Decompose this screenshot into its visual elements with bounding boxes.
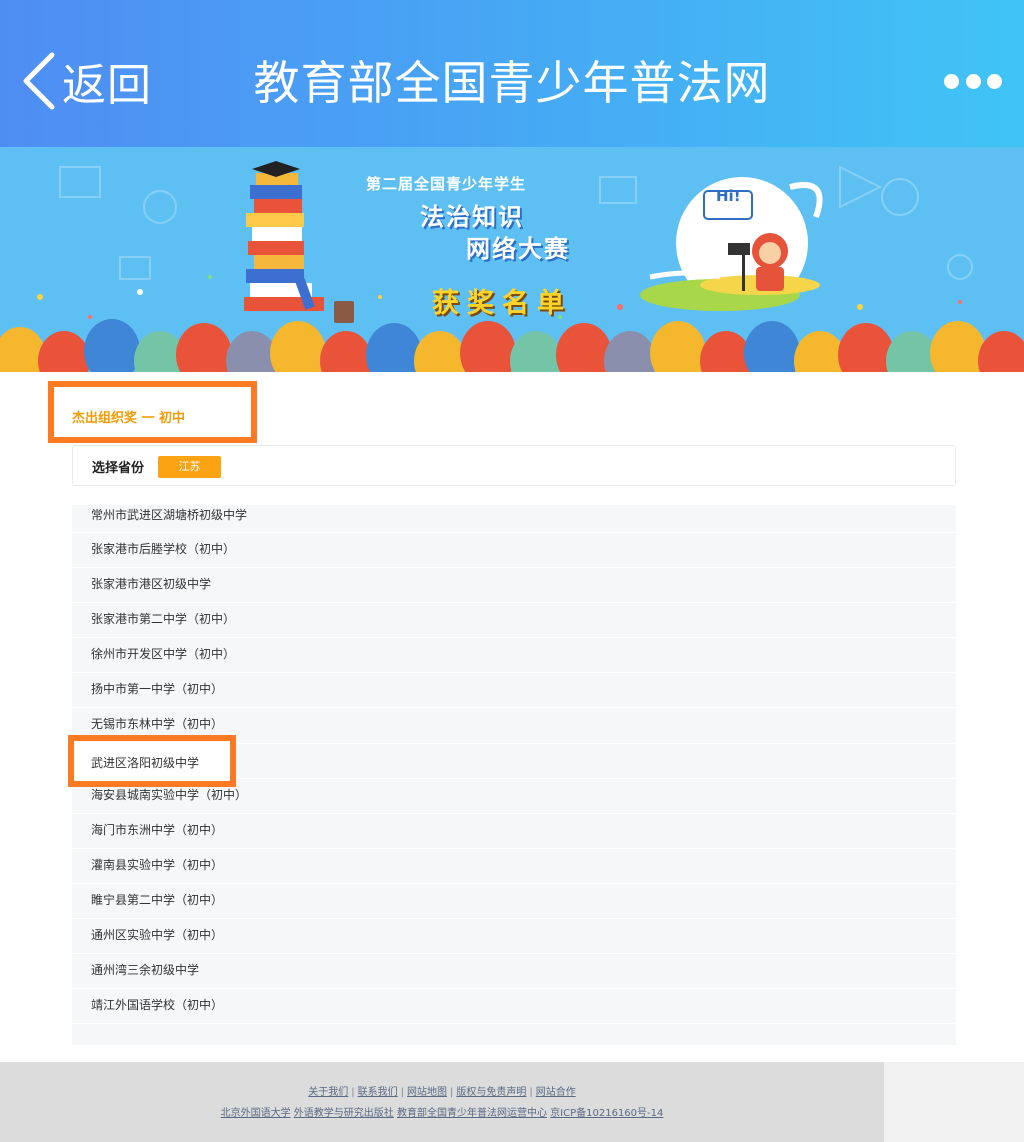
dot-icon: [944, 73, 959, 89]
section-title: 杰出组织奖 一 初中: [72, 411, 186, 426]
list-item[interactable]: 徐州市开发区中学（初中）: [72, 638, 956, 674]
status-bar: [0, 0, 1024, 14]
footer-link-operations-center[interactable]: 教育部全国青少年普法网运营中心: [397, 1108, 547, 1119]
footer-link-fltrp[interactable]: 外语教学与研究出版社: [294, 1108, 394, 1119]
footer-link-contact[interactable]: 联系我们: [358, 1087, 398, 1098]
dot-icon: [965, 73, 981, 89]
footer-link-cooperation[interactable]: 网站合作: [536, 1087, 576, 1098]
list-item[interactable]: 张家港市港区初级中学: [72, 568, 956, 604]
dot-icon: [987, 73, 1002, 89]
highlighted-school-item[interactable]: 武进区洛阳初级中学: [68, 735, 236, 787]
list-item[interactable]: 海门市东洲中学（初中）: [72, 814, 956, 849]
list-item[interactable]: 扬中市第一中学（初中）: [72, 673, 956, 709]
footer-link-bfsu[interactable]: 北京外国语大学: [221, 1108, 291, 1119]
section-title-highlight: 杰出组织奖 一 初中: [48, 381, 257, 443]
back-label: 返回: [62, 60, 152, 111]
list-item[interactable]: 常州市武进区湖塘桥初级中学: [72, 505, 956, 533]
list-item[interactable]: 靖江外国语学校（初中）: [72, 989, 956, 1025]
contest-banner: 第二届全国青少年学生 法治知识 网络大赛 获奖名单 Hi!: [0, 147, 1024, 372]
balloons-decoration: [0, 319, 1024, 372]
page-footer: 关于我们 | 联系我们 | 网站地图 | 版权与免责声明 | 网站合作 北京外国语大学 外语教学…: [0, 1062, 884, 1142]
banner-title-line2: 网络大赛: [466, 235, 570, 263]
back-button[interactable]: 返回: [20, 50, 170, 112]
books-illustration: [244, 161, 354, 323]
footer-side-panel: [884, 1062, 1024, 1142]
list-item[interactable]: 通州湾三余初级中学: [72, 954, 956, 990]
banner-title-line1: 法治知识: [420, 203, 524, 231]
footer-link-copyright[interactable]: 版权与免责声明: [456, 1087, 526, 1098]
banner-award-heading: 获奖名单: [432, 288, 572, 319]
chevron-left-icon: [23, 52, 55, 110]
province-select-button[interactable]: 江苏: [158, 456, 221, 478]
banner-subtitle: 第二届全国青少年学生: [366, 175, 527, 193]
hi-speech-bubble: Hi!: [716, 187, 741, 205]
footer-link-icp[interactable]: 京ICP备10216160号-14: [550, 1108, 663, 1119]
list-item[interactable]: 灌南县实验中学（初中）: [72, 849, 956, 884]
page-title: 教育部全国青少年普法网: [253, 56, 771, 110]
top-navigation-bar: 返回 教育部全国青少年普法网: [0, 0, 1024, 147]
list-item[interactable]: 通州区实验中学（初中）: [72, 919, 956, 955]
list-item[interactable]: 张家港市后塍学校（初中）: [72, 533, 956, 569]
list-item[interactable]: 睢宁县第二中学（初中）: [72, 884, 956, 920]
footer-links-row: 关于我们 | 联系我们 | 网站地图 | 版权与免责声明 | 网站合作: [308, 1087, 576, 1098]
highlighted-school-name: 武进区洛阳初级中学: [91, 756, 200, 770]
footer-link-sitemap[interactable]: 网站地图: [407, 1087, 447, 1098]
footer-credits-row: 北京外国语大学 外语教学与研究出版社 教育部全国青少年普法网运营中心 京ICP备…: [0, 1104, 884, 1119]
province-label: 选择省份: [92, 461, 145, 476]
footer-link-about[interactable]: 关于我们: [308, 1087, 348, 1098]
list-item[interactable]: 张家港市第二中学（初中）: [72, 603, 956, 639]
province-selector-bar: 选择省份 江苏: [72, 445, 956, 486]
more-options-button[interactable]: [944, 66, 1002, 96]
